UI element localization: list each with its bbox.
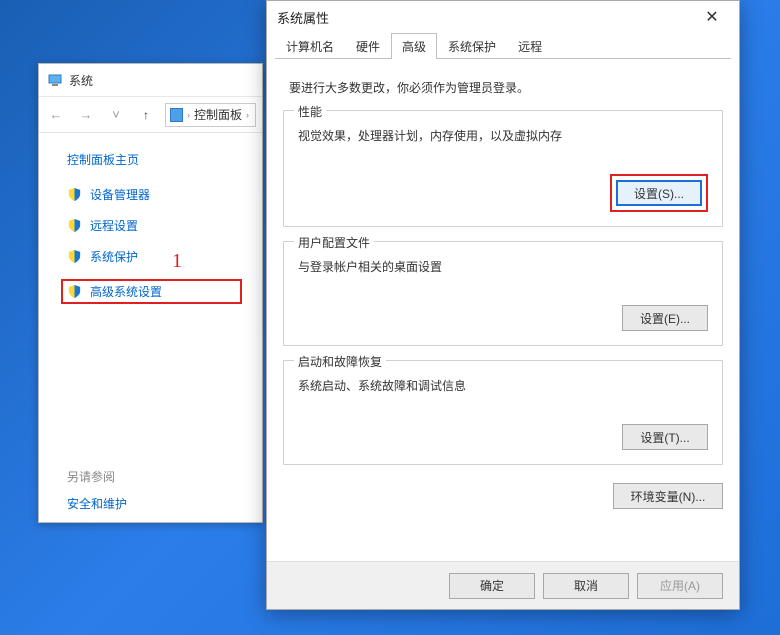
- shield-icon: [67, 218, 82, 233]
- chevron-right-icon: ›: [185, 110, 192, 120]
- environment-variables-button[interactable]: 环境变量(N)...: [613, 483, 723, 509]
- group-legend: 用户配置文件: [294, 234, 374, 251]
- close-icon: ✕: [705, 7, 718, 27]
- apply-button[interactable]: 应用(A): [637, 573, 723, 599]
- see-also-title: 另请参阅: [67, 468, 127, 485]
- tab-strip: 计算机名 硬件 高级 系统保护 远程: [267, 33, 739, 59]
- breadcrumb[interactable]: › 控制面板 ›: [165, 103, 256, 127]
- sidebar-item-label: 系统保护: [90, 248, 138, 265]
- tab-remote[interactable]: 远程: [507, 33, 553, 59]
- dialog-title: 系统属性: [277, 8, 329, 27]
- system-properties-dialog: 系统属性 ✕ 计算机名 硬件 高级 系统保护 远程 要进行大多数更改，你必须作为…: [266, 0, 740, 610]
- nav-up-button[interactable]: ↑: [135, 104, 157, 126]
- control-panel-window: 系统 ← → ˅ ↑ › 控制面板 › 控制面板主页 设备管理器 远程设置: [38, 63, 263, 523]
- sidebar-item-remote[interactable]: 远程设置: [67, 217, 248, 234]
- group-legend: 启动和故障恢复: [294, 353, 386, 370]
- computer-icon: [47, 72, 63, 88]
- group-performance: 性能 视觉效果，处理器计划，内存使用，以及虚拟内存 设置(S)...: [283, 110, 723, 227]
- nav-forward-button[interactable]: →: [75, 104, 97, 126]
- profiles-settings-button[interactable]: 设置(E)...: [622, 305, 708, 331]
- nav-toolbar: ← → ˅ ↑ › 控制面板 ›: [39, 97, 262, 133]
- shield-icon: [67, 284, 82, 299]
- ok-button[interactable]: 确定: [449, 573, 535, 599]
- back-window-title: 系统: [69, 72, 93, 89]
- chevron-right-icon: ›: [244, 110, 251, 120]
- group-user-profiles: 用户配置文件 与登录帐户相关的桌面设置 设置(E)...: [283, 241, 723, 346]
- sidebar-item-label: 远程设置: [90, 217, 138, 234]
- nav-recent-dropdown[interactable]: ˅: [105, 104, 127, 126]
- sidebar-title[interactable]: 控制面板主页: [67, 151, 248, 168]
- annotation-highlight: 设置(S)...: [610, 174, 708, 212]
- sidebar-item-label: 设备管理器: [90, 186, 150, 203]
- close-button[interactable]: ✕: [695, 1, 729, 33]
- startup-settings-button[interactable]: 设置(T)...: [622, 424, 708, 450]
- sidebar-item-protection[interactable]: 系统保护: [67, 248, 248, 265]
- sidebar-item-label: 高级系统设置: [90, 283, 162, 300]
- shield-icon: [67, 249, 82, 264]
- see-also-link-security[interactable]: 安全和维护: [67, 495, 127, 512]
- admin-note: 要进行大多数更改，你必须作为管理员登录。: [289, 79, 723, 96]
- sidebar: 控制面板主页 设备管理器 远程设置 系统保护 高级系统设置: [39, 133, 262, 304]
- sidebar-item-advanced[interactable]: 高级系统设置: [61, 279, 242, 304]
- nav-back-button[interactable]: ←: [45, 104, 67, 126]
- breadcrumb-icon: [170, 108, 183, 122]
- tab-hardware[interactable]: 硬件: [345, 33, 391, 59]
- see-also-section: 另请参阅 安全和维护: [67, 468, 127, 512]
- dialog-body: 要进行大多数更改，你必须作为管理员登录。 性能 视觉效果，处理器计划，内存使用，…: [267, 59, 739, 465]
- performance-settings-button[interactable]: 设置(S)...: [616, 180, 702, 206]
- shield-icon: [67, 187, 82, 202]
- breadcrumb-text[interactable]: 控制面板: [194, 106, 242, 123]
- back-titlebar: 系统: [39, 64, 262, 97]
- tab-advanced[interactable]: 高级: [391, 33, 437, 59]
- sidebar-item-device-manager[interactable]: 设备管理器: [67, 186, 248, 203]
- env-row: 环境变量(N)...: [267, 479, 739, 509]
- group-startup-recovery: 启动和故障恢复 系统启动、系统故障和调试信息 设置(T)...: [283, 360, 723, 465]
- annotation-1: 1: [172, 250, 182, 273]
- dialog-titlebar: 系统属性 ✕: [267, 1, 739, 33]
- tab-protection[interactable]: 系统保护: [437, 33, 507, 59]
- tab-computer-name[interactable]: 计算机名: [275, 33, 345, 59]
- cancel-button[interactable]: 取消: [543, 573, 629, 599]
- group-legend: 性能: [294, 103, 326, 120]
- group-description: 系统启动、系统故障和调试信息: [298, 377, 708, 394]
- dialog-footer: 确定 取消 应用(A): [267, 561, 739, 609]
- group-description: 视觉效果，处理器计划，内存使用，以及虚拟内存: [298, 127, 708, 144]
- group-description: 与登录帐户相关的桌面设置: [298, 258, 708, 275]
